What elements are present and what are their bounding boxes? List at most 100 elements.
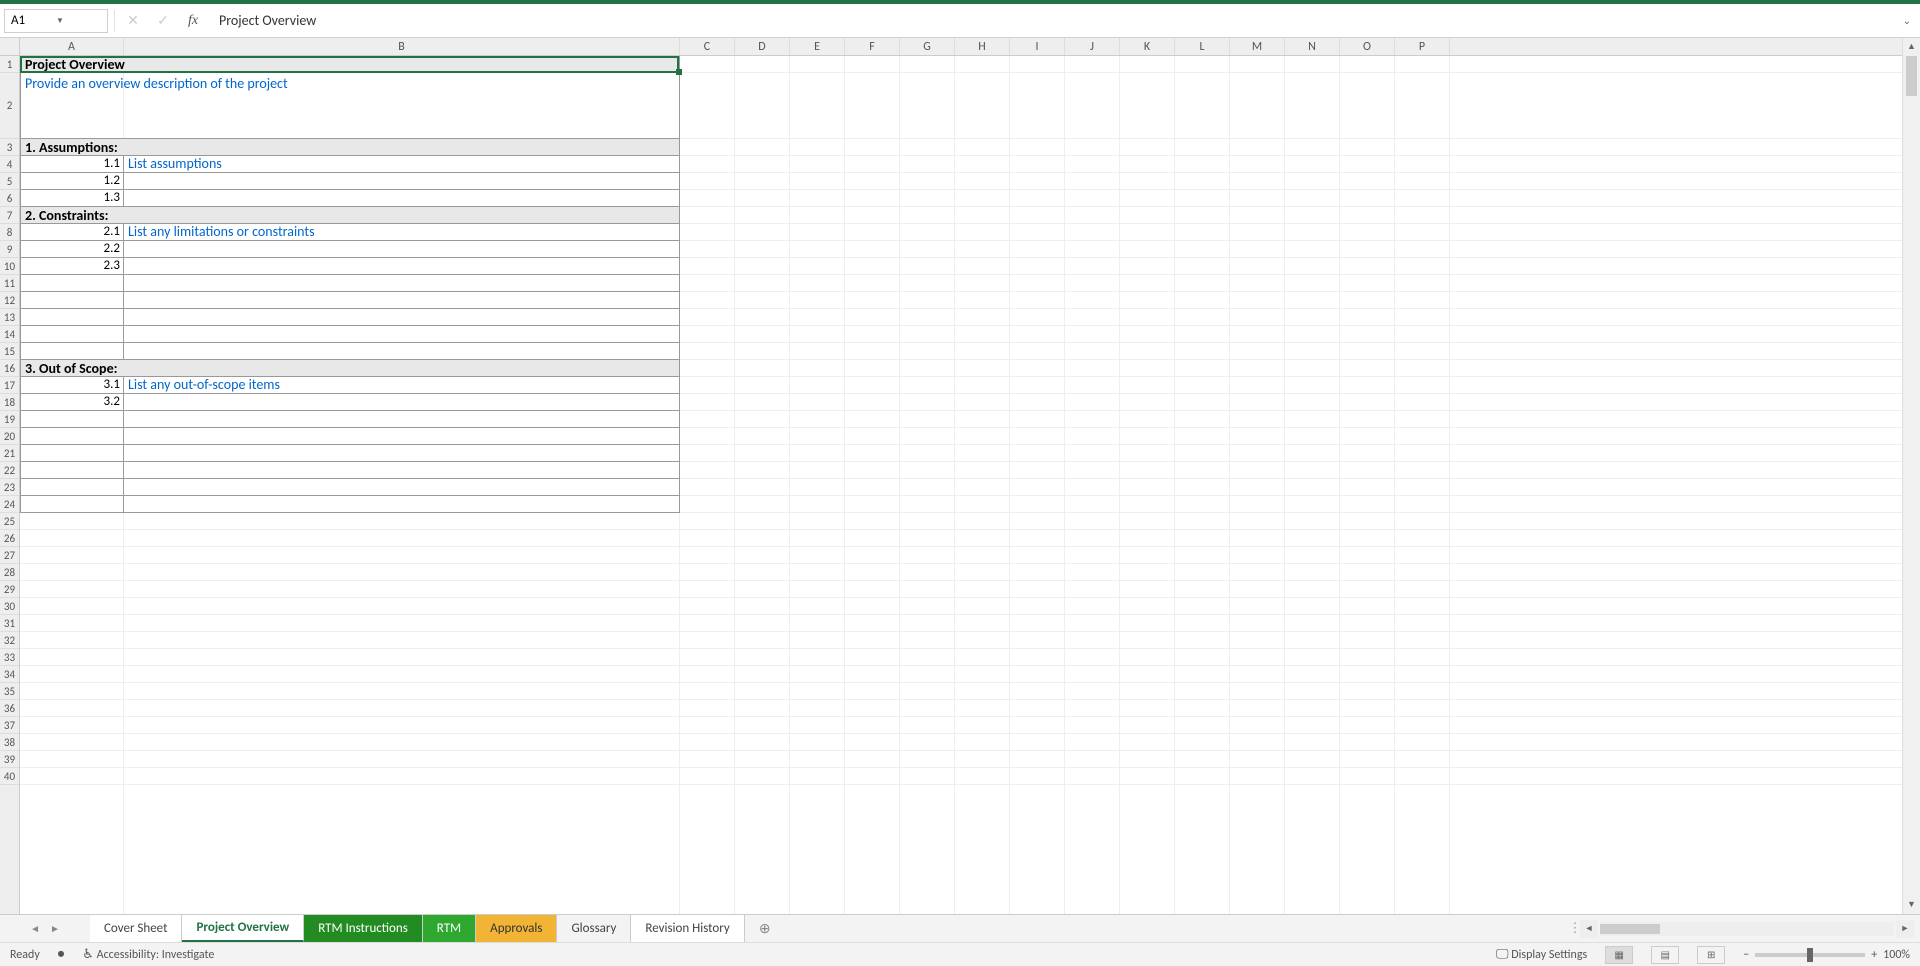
col-header-I[interactable]: I [1010,38,1065,55]
cell-B23[interactable] [124,479,680,496]
row-header-5[interactable]: 5 [0,173,19,190]
cell-A14[interactable] [20,326,124,343]
row-header-24[interactable]: 24 [0,496,19,513]
enter-icon[interactable]: ✓ [151,9,175,33]
cell-B4[interactable]: List assumptions [124,156,680,173]
scroll-right-icon[interactable]: ► [1896,920,1914,938]
row-header-34[interactable]: 34 [0,666,19,683]
accessibility-status[interactable]: ♿︎ Accessibility: Investigate [82,947,214,962]
col-header-O[interactable]: O [1340,38,1395,55]
sheet-tab-glossary[interactable]: Glossary [557,915,631,942]
row-header-37[interactable]: 37 [0,717,19,734]
row-header-15[interactable]: 15 [0,343,19,360]
row-header-18[interactable]: 18 [0,394,19,411]
scroll-up-icon[interactable]: ▲ [1903,38,1920,56]
row-header-25[interactable]: 25 [0,513,19,530]
row-header-23[interactable]: 23 [0,479,19,496]
cell-A18[interactable]: 3.2 [20,394,124,411]
cell-A10[interactable]: 2.3 [20,258,124,275]
cell-A20[interactable] [20,428,124,445]
col-header-K[interactable]: K [1120,38,1175,55]
hscroll-track[interactable] [1600,922,1894,936]
row-header-14[interactable]: 14 [0,326,19,343]
cell-B21[interactable] [124,445,680,462]
col-header-A[interactable]: A [20,38,124,55]
col-header-L[interactable]: L [1175,38,1230,55]
cell-A21[interactable] [20,445,124,462]
cell-B20[interactable] [124,428,680,445]
cell-A11[interactable] [20,275,124,292]
row-header-35[interactable]: 35 [0,683,19,700]
cell-B17[interactable]: List any out-of-scope items [124,377,680,394]
cell-A9[interactable]: 2.2 [20,241,124,258]
row-header-1[interactable]: 1 [0,56,19,73]
col-header-M[interactable]: M [1230,38,1285,55]
cell-A19[interactable] [20,411,124,428]
cell-B19[interactable] [124,411,680,428]
row-header-8[interactable]: 8 [0,224,19,241]
sheet-tab-approvals[interactable]: Approvals [476,915,557,942]
col-header-F[interactable]: F [845,38,900,55]
col-header-D[interactable]: D [735,38,790,55]
cancel-icon[interactable]: ✕ [121,9,145,33]
col-header-G[interactable]: G [900,38,955,55]
cells-area[interactable]: Project OverviewProvide an overview desc… [20,56,1902,914]
vscroll-thumb[interactable] [1906,56,1917,96]
sheet-tab-cover-sheet[interactable]: Cover Sheet [90,915,182,942]
cell-A3[interactable]: 1. Assumptions: [20,139,680,156]
row-header-2[interactable]: 2 [0,73,19,139]
column-headers[interactable]: ABCDEFGHIJKLMNOP [20,38,1902,56]
zoom-out-button[interactable]: − [1743,948,1749,962]
row-header-31[interactable]: 31 [0,615,19,632]
row-header-28[interactable]: 28 [0,564,19,581]
row-header-6[interactable]: 6 [0,190,19,207]
cell-A15[interactable] [20,343,124,360]
cell-B6[interactable] [124,190,680,207]
col-header-J[interactable]: J [1065,38,1120,55]
row-header-10[interactable]: 10 [0,258,19,275]
row-headers[interactable]: 1234567891011121314151617181920212223242… [0,56,20,914]
select-all-corner[interactable] [0,38,20,56]
cell-B9[interactable] [124,241,680,258]
cell-A17[interactable]: 3.1 [20,377,124,394]
zoom-knob[interactable] [1807,948,1813,962]
cell-A24[interactable] [20,496,124,513]
row-header-3[interactable]: 3 [0,139,19,156]
sheet-tab-revision-history[interactable]: Revision History [631,915,744,942]
row-header-13[interactable]: 13 [0,309,19,326]
cell-A12[interactable] [20,292,124,309]
row-header-19[interactable]: 19 [0,411,19,428]
cell-A7[interactable]: 2. Constraints: [20,207,680,224]
spreadsheet-grid[interactable]: ABCDEFGHIJKLMNOP 12345678910111213141516… [0,38,1920,914]
row-header-9[interactable]: 9 [0,241,19,258]
scroll-down-icon[interactable]: ▼ [1903,896,1920,914]
tabs-resize-handle[interactable]: ⋮ [1570,915,1580,942]
fill-handle[interactable] [676,69,682,75]
row-header-7[interactable]: 7 [0,207,19,224]
col-header-C[interactable]: C [680,38,735,55]
row-header-21[interactable]: 21 [0,445,19,462]
row-header-40[interactable]: 40 [0,768,19,785]
cell-A22[interactable] [20,462,124,479]
tab-next-icon[interactable]: ► [50,922,60,935]
cell-B22[interactable] [124,462,680,479]
col-header-H[interactable]: H [955,38,1010,55]
cell-B8[interactable]: List any limitations or constraints [124,224,680,241]
add-sheet-button[interactable]: ⊕ [745,915,785,942]
display-settings-button[interactable]: 🖵 Display Settings [1496,947,1587,962]
hscroll-thumb[interactable] [1600,924,1660,934]
sheet-tab-rtm[interactable]: RTM [423,915,476,942]
row-header-29[interactable]: 29 [0,581,19,598]
cell-B24[interactable] [124,496,680,513]
tab-prev-icon[interactable]: ◄ [30,922,40,935]
cell-B15[interactable] [124,343,680,360]
row-header-12[interactable]: 12 [0,292,19,309]
sheet-tab-project-overview[interactable]: Project Overview [182,915,304,942]
cell-B5[interactable] [124,173,680,190]
cell-B12[interactable] [124,292,680,309]
row-header-16[interactable]: 16 [0,360,19,377]
col-header-P[interactable]: P [1395,38,1450,55]
formula-input[interactable]: Project Overview [211,9,1894,33]
row-header-4[interactable]: 4 [0,156,19,173]
vertical-scrollbar[interactable]: ▲ ▼ [1902,38,1920,914]
